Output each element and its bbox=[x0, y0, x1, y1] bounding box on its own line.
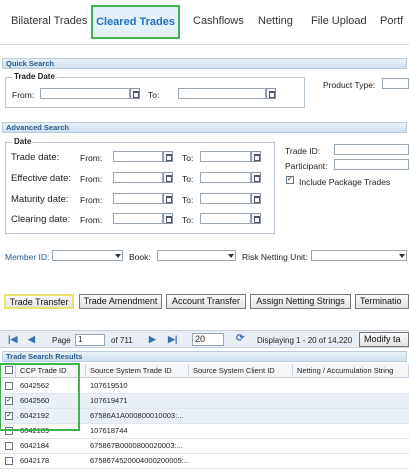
refresh-icon[interactable]: ⟳ bbox=[236, 333, 244, 344]
first-page-icon[interactable]: |◀ bbox=[8, 334, 17, 345]
participant-input[interactable] bbox=[334, 159, 409, 170]
calendar-icon[interactable] bbox=[251, 172, 261, 183]
member-id-select[interactable] bbox=[52, 250, 123, 261]
chevron-down-icon bbox=[399, 254, 405, 258]
source-trade-id-cell: 107619510 bbox=[90, 381, 128, 390]
calendar-icon[interactable] bbox=[251, 151, 261, 162]
source-trade-id-cell: 6758674520004000200005:... bbox=[90, 456, 189, 465]
page-number-input[interactable]: 1 bbox=[75, 334, 105, 346]
product-type-label: Product Type: bbox=[323, 80, 376, 90]
row-checkbox[interactable] bbox=[5, 457, 13, 465]
trade-amendment-button[interactable]: Trade Amendment bbox=[79, 294, 162, 309]
trade-date-to-input[interactable] bbox=[200, 151, 251, 162]
to-label: To: bbox=[182, 174, 194, 184]
source-trade-id-cell: 675867B000080002000З:... bbox=[90, 441, 183, 450]
displaying-status: Displaying 1 - 20 of 14,220 bbox=[257, 336, 353, 345]
selection-highlight bbox=[0, 363, 80, 431]
ccp-trade-id-cell: 6042184 bbox=[20, 441, 50, 450]
tab-file-upload[interactable]: File Upload bbox=[311, 15, 367, 27]
participant-label: Participant: bbox=[285, 161, 328, 171]
assign-netting-strings-button[interactable]: Assign Netting Strings bbox=[250, 294, 351, 309]
quick-from-label: From: bbox=[12, 90, 35, 100]
date-legend: Date bbox=[12, 137, 34, 146]
maturity-date-label: Maturity date: bbox=[11, 194, 69, 205]
calendar-icon[interactable] bbox=[251, 213, 261, 224]
calendar-icon[interactable] bbox=[251, 193, 261, 204]
risk-netting-unit-label: Risk Netting Unit: bbox=[242, 252, 308, 262]
table-row[interactable]: 6042184 675867B000080002000З:... bbox=[0, 439, 409, 454]
book-select[interactable] bbox=[157, 250, 236, 261]
from-label: From: bbox=[80, 153, 103, 163]
column-source-trade-id[interactable]: Source System Trade ID bbox=[86, 364, 189, 378]
termination-button[interactable]: Terminatio bbox=[355, 294, 409, 309]
table-row[interactable]: 6042178 6758674520004000200005:... bbox=[0, 454, 409, 469]
effective-date-to-input[interactable] bbox=[200, 172, 251, 183]
chevron-down-icon bbox=[228, 254, 234, 258]
include-package-checkbox[interactable]: ✓ bbox=[286, 176, 294, 184]
trade-date-label: Trade date: bbox=[11, 152, 60, 163]
page-size-input[interactable]: 20 bbox=[192, 333, 224, 346]
quick-from-input[interactable] bbox=[40, 88, 130, 99]
effective-date-label: Effective date: bbox=[11, 173, 72, 184]
quick-to-input[interactable] bbox=[178, 88, 266, 99]
source-trade-id-cell: 67586A1A000800010003:... bbox=[90, 411, 184, 420]
tab-portfolio[interactable]: Portf bbox=[380, 15, 403, 27]
effective-date-from-input[interactable] bbox=[113, 172, 163, 183]
pager-toolbar: |◀ ◀ Page 1 of 711 ▶ ▶| 20 ⟳ Displaying … bbox=[0, 330, 409, 348]
source-trade-id-cell: 107618744 bbox=[90, 426, 128, 435]
trade-date-from-input[interactable] bbox=[113, 151, 163, 162]
calendar-icon[interactable] bbox=[266, 88, 276, 99]
calendar-icon[interactable] bbox=[163, 172, 173, 183]
last-page-icon[interactable]: ▶| bbox=[168, 334, 177, 345]
risk-netting-unit-select[interactable] bbox=[311, 250, 407, 261]
include-package-label: Include Package Trades bbox=[299, 177, 391, 187]
advanced-search-header: Advanced Search bbox=[2, 122, 407, 133]
quick-search-header: Quick Search bbox=[2, 58, 407, 69]
calendar-icon[interactable] bbox=[163, 151, 173, 162]
chevron-down-icon bbox=[115, 254, 121, 258]
trade-transfer-button[interactable]: Trade Transfer bbox=[4, 294, 74, 309]
maturity-date-from-input[interactable] bbox=[113, 193, 163, 204]
quick-to-label: To: bbox=[148, 90, 160, 100]
prev-page-icon[interactable]: ◀ bbox=[28, 334, 35, 345]
row-checkbox[interactable] bbox=[5, 442, 13, 450]
tab-cashflows[interactable]: Cashflows bbox=[193, 15, 244, 27]
ccp-trade-id-cell: 6042178 bbox=[20, 456, 50, 465]
book-label: Book: bbox=[129, 252, 151, 262]
calendar-icon[interactable] bbox=[130, 88, 140, 99]
trade-id-label: Trade ID: bbox=[285, 146, 321, 156]
page-label: Page bbox=[52, 336, 71, 345]
tab-bar: Bilateral Trades Cleared Trades Cashflow… bbox=[0, 0, 409, 45]
page-count-label: of 711 bbox=[111, 336, 133, 345]
maturity-date-to-input[interactable] bbox=[200, 193, 251, 204]
modify-button[interactable]: Modify ta bbox=[359, 332, 409, 347]
trade-date-legend: Trade Date bbox=[12, 72, 57, 81]
from-label: From: bbox=[80, 195, 103, 205]
to-label: To: bbox=[182, 215, 194, 225]
clearing-date-to-input[interactable] bbox=[200, 213, 251, 224]
to-label: To: bbox=[182, 153, 194, 163]
column-source-client-id[interactable]: Source System Client ID bbox=[189, 364, 293, 378]
source-trade-id-cell: 107619471 bbox=[90, 396, 128, 405]
column-netting-string[interactable]: Netting / Accumulation String bbox=[293, 364, 409, 378]
member-id-label: Member ID: bbox=[5, 252, 50, 262]
product-type-input[interactable] bbox=[382, 78, 409, 89]
results-header: Trade Search Results bbox=[2, 351, 407, 362]
clearing-date-label: Clearing date: bbox=[11, 214, 71, 225]
trade-id-input[interactable] bbox=[334, 144, 409, 155]
calendar-icon[interactable] bbox=[163, 213, 173, 224]
tab-bilateral-trades[interactable]: Bilateral Trades bbox=[11, 15, 87, 27]
calendar-icon[interactable] bbox=[163, 193, 173, 204]
account-transfer-button[interactable]: Account Transfer bbox=[166, 294, 246, 309]
tab-netting[interactable]: Netting bbox=[258, 15, 293, 27]
next-page-icon[interactable]: ▶ bbox=[149, 334, 156, 345]
clearing-date-from-input[interactable] bbox=[113, 213, 163, 224]
from-label: From: bbox=[80, 215, 103, 225]
to-label: To: bbox=[182, 195, 194, 205]
tab-cleared-trades[interactable]: Cleared Trades bbox=[91, 5, 180, 39]
from-label: From: bbox=[80, 174, 103, 184]
